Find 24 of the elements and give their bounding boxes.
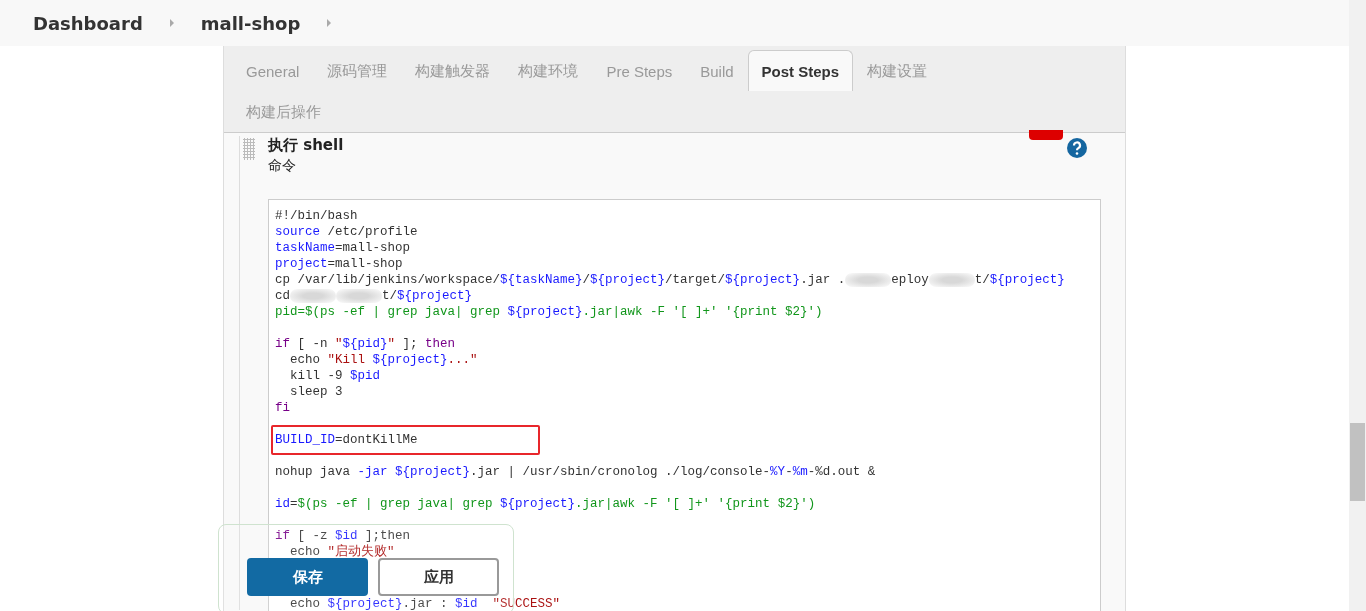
tab[interactable]: 构建环境 <box>504 50 593 91</box>
tab[interactable]: 源码管理 <box>313 50 402 91</box>
drag-handle[interactable] <box>243 138 255 160</box>
breadcrumb-link[interactable]: Dashboard <box>33 12 143 34</box>
tab[interactable]: General <box>232 50 314 91</box>
help-icon[interactable] <box>1067 138 1087 158</box>
section-title: 执行 shell <box>268 136 344 156</box>
caret-icon <box>326 18 333 28</box>
tab[interactable]: Pre Steps <box>592 50 687 91</box>
caret-icon <box>168 18 175 28</box>
apply-button[interactable]: 应用 <box>378 558 499 596</box>
scrollbar[interactable] <box>1349 0 1366 611</box>
breadcrumb-link[interactable]: mall-shop <box>200 12 301 34</box>
redaction-blur <box>290 288 336 303</box>
field-label: 命令 <box>268 157 296 175</box>
redaction-blur <box>928 272 975 287</box>
tab[interactable]: Post Steps <box>747 50 854 91</box>
tab[interactable]: 构建设置 <box>853 50 942 91</box>
redaction-blur <box>336 288 382 303</box>
save-button[interactable]: 保存 <box>247 558 368 596</box>
tab[interactable]: 构建触发器 <box>401 50 505 91</box>
redaction-blur <box>845 272 892 287</box>
tab[interactable]: Build <box>686 50 748 91</box>
tab[interactable]: 构建后操作 <box>232 91 335 132</box>
